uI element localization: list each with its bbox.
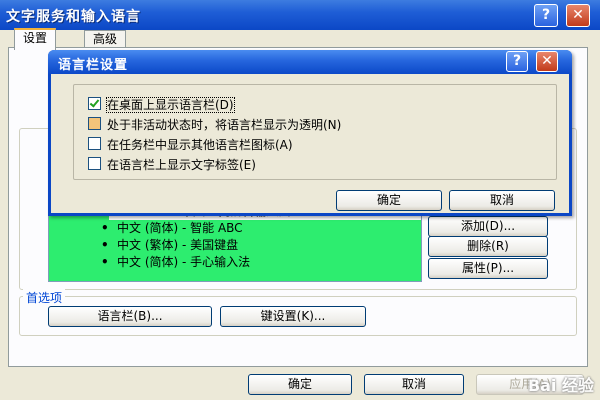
remove-button[interactable]: 删除(R) [428,236,548,257]
properties-button[interactable]: 属性(P)... [428,258,548,279]
checkbox-checked-icon[interactable] [88,97,101,110]
dialog-title: 语言栏设置 [58,58,129,73]
list-item-text: 中文 (简体) - 手心输入法 [117,255,251,269]
bullet-icon: • [101,221,109,235]
preferences-legend: 首选项 [23,289,66,306]
dialog-body: 在桌面上显示语言栏(D) 处于非活动状态时，将语言栏显示为透明(N) 在任务栏中… [51,74,569,213]
language-bar-button[interactable]: 语言栏(B)... [48,306,212,327]
list-item-text: 中文 (繁体) - 美国键盘 [117,238,239,252]
list-item[interactable]: • 中文 (繁体) - 美国键盘 [49,237,421,254]
option-text-labels[interactable]: 在语言栏上显示文字标签(E) [88,157,256,173]
dialog-close-icon[interactable]: ✕ [536,51,558,72]
option-label: 处于非活动状态时，将语言栏显示为透明(N) [107,118,342,132]
checkbox-icon[interactable] [88,157,101,170]
watermark: Bai 经验 [527,376,594,395]
help-icon[interactable]: ? [534,4,558,27]
bullet-icon: • [101,238,109,252]
close-icon[interactable]: ✕ [566,4,590,27]
tab-advanced[interactable]: 高级 [84,30,127,48]
cancel-button[interactable]: 取消 [364,374,464,395]
dialog-ok-button[interactable]: 确定 [336,190,442,211]
dialog-titlebar: 语言栏设置 ? ✕ [48,50,572,74]
window-title: 文字服务和输入语言 [6,9,141,25]
option-taskbar-icons[interactable]: 在任务栏中显示其他语言栏图标(A) [88,137,293,153]
dialog-help-icon[interactable]: ? [506,51,528,72]
option-label: 在桌面上显示语言栏(D) [106,97,235,113]
add-button[interactable]: 添加(D)... [428,216,548,237]
option-show-on-desktop[interactable]: 在桌面上显示语言栏(D) [88,97,235,113]
option-label: 在任务栏中显示其他语言栏图标(A) [107,138,293,152]
checkbox-icon[interactable] [88,137,101,150]
checkbox-icon[interactable] [88,117,101,130]
list-item[interactable]: • 中文 (简体) - 智能 ABC [49,220,421,237]
bullet-icon: • [101,255,109,269]
window-titlebar: 文字服务和输入语言 ? ✕ [0,0,600,30]
installed-services-list[interactable]: 中文 - 简拼音输入法 • 中文 (简体) - 智能 ABC • 中文 (繁体)… [48,208,422,282]
dialog-cancel-button[interactable]: 取消 [449,190,555,211]
key-settings-button[interactable]: 键设置(K)... [220,306,366,327]
list-item-text: 中文 (简体) - 智能 ABC [117,221,243,235]
options-box: 在桌面上显示语言栏(D) 处于非活动状态时，将语言栏显示为透明(N) 在任务栏中… [73,84,557,180]
language-bar-settings-dialog: 语言栏设置 ? ✕ 在桌面上显示语言栏(D) 处于非活动状态时，将语言栏显示为透… [48,50,572,216]
tab-settings[interactable]: 设置 [14,28,57,50]
option-label: 在语言栏上显示文字标签(E) [107,158,256,172]
option-transparent[interactable]: 处于非活动状态时，将语言栏显示为透明(N) [88,117,341,133]
ok-button[interactable]: 确定 [248,374,352,395]
list-item[interactable]: • 中文 (简体) - 手心输入法 [49,254,421,271]
